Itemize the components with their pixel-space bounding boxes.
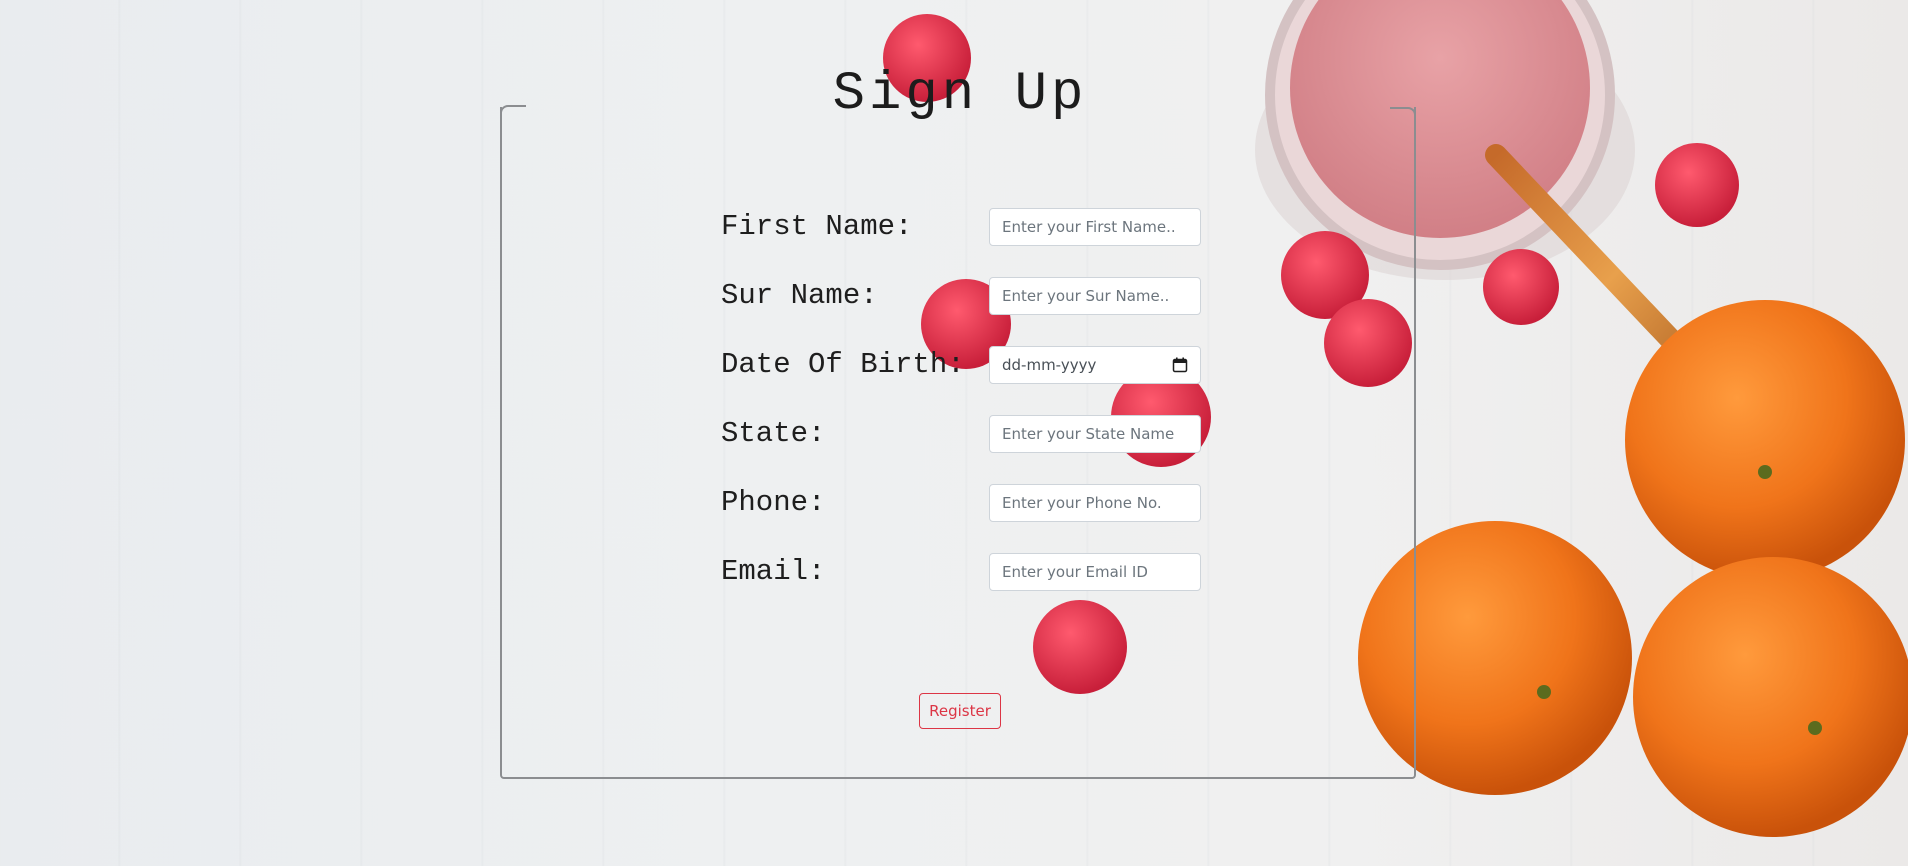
first-name-input[interactable] [989, 208, 1201, 246]
form-corner-right [1390, 107, 1416, 119]
sur-name-input[interactable] [989, 277, 1201, 315]
first-name-row: First Name: [721, 208, 1201, 246]
register-button[interactable]: Register [919, 693, 1001, 729]
email-input[interactable] [989, 553, 1201, 591]
state-input[interactable] [989, 415, 1201, 453]
dob-placeholder: dd-mm-yyyy [1002, 356, 1097, 374]
phone-row: Phone: [721, 484, 1201, 522]
form-corner-left [500, 105, 526, 117]
dob-row: Date Of Birth: dd-mm-yyyy [721, 346, 1201, 384]
state-row: State: [721, 415, 1201, 453]
first-name-label: First Name: [721, 210, 913, 243]
dob-label: Date Of Birth: [721, 348, 965, 381]
phone-input[interactable] [989, 484, 1201, 522]
email-row: Email: [721, 553, 1201, 591]
calendar-icon[interactable] [1172, 357, 1188, 373]
state-label: State: [721, 417, 826, 450]
phone-label: Phone: [721, 486, 826, 519]
sur-name-label: Sur Name: [721, 279, 878, 312]
sur-name-row: Sur Name: [721, 277, 1201, 315]
email-label: Email: [721, 555, 826, 588]
dob-input[interactable]: dd-mm-yyyy [989, 346, 1201, 384]
